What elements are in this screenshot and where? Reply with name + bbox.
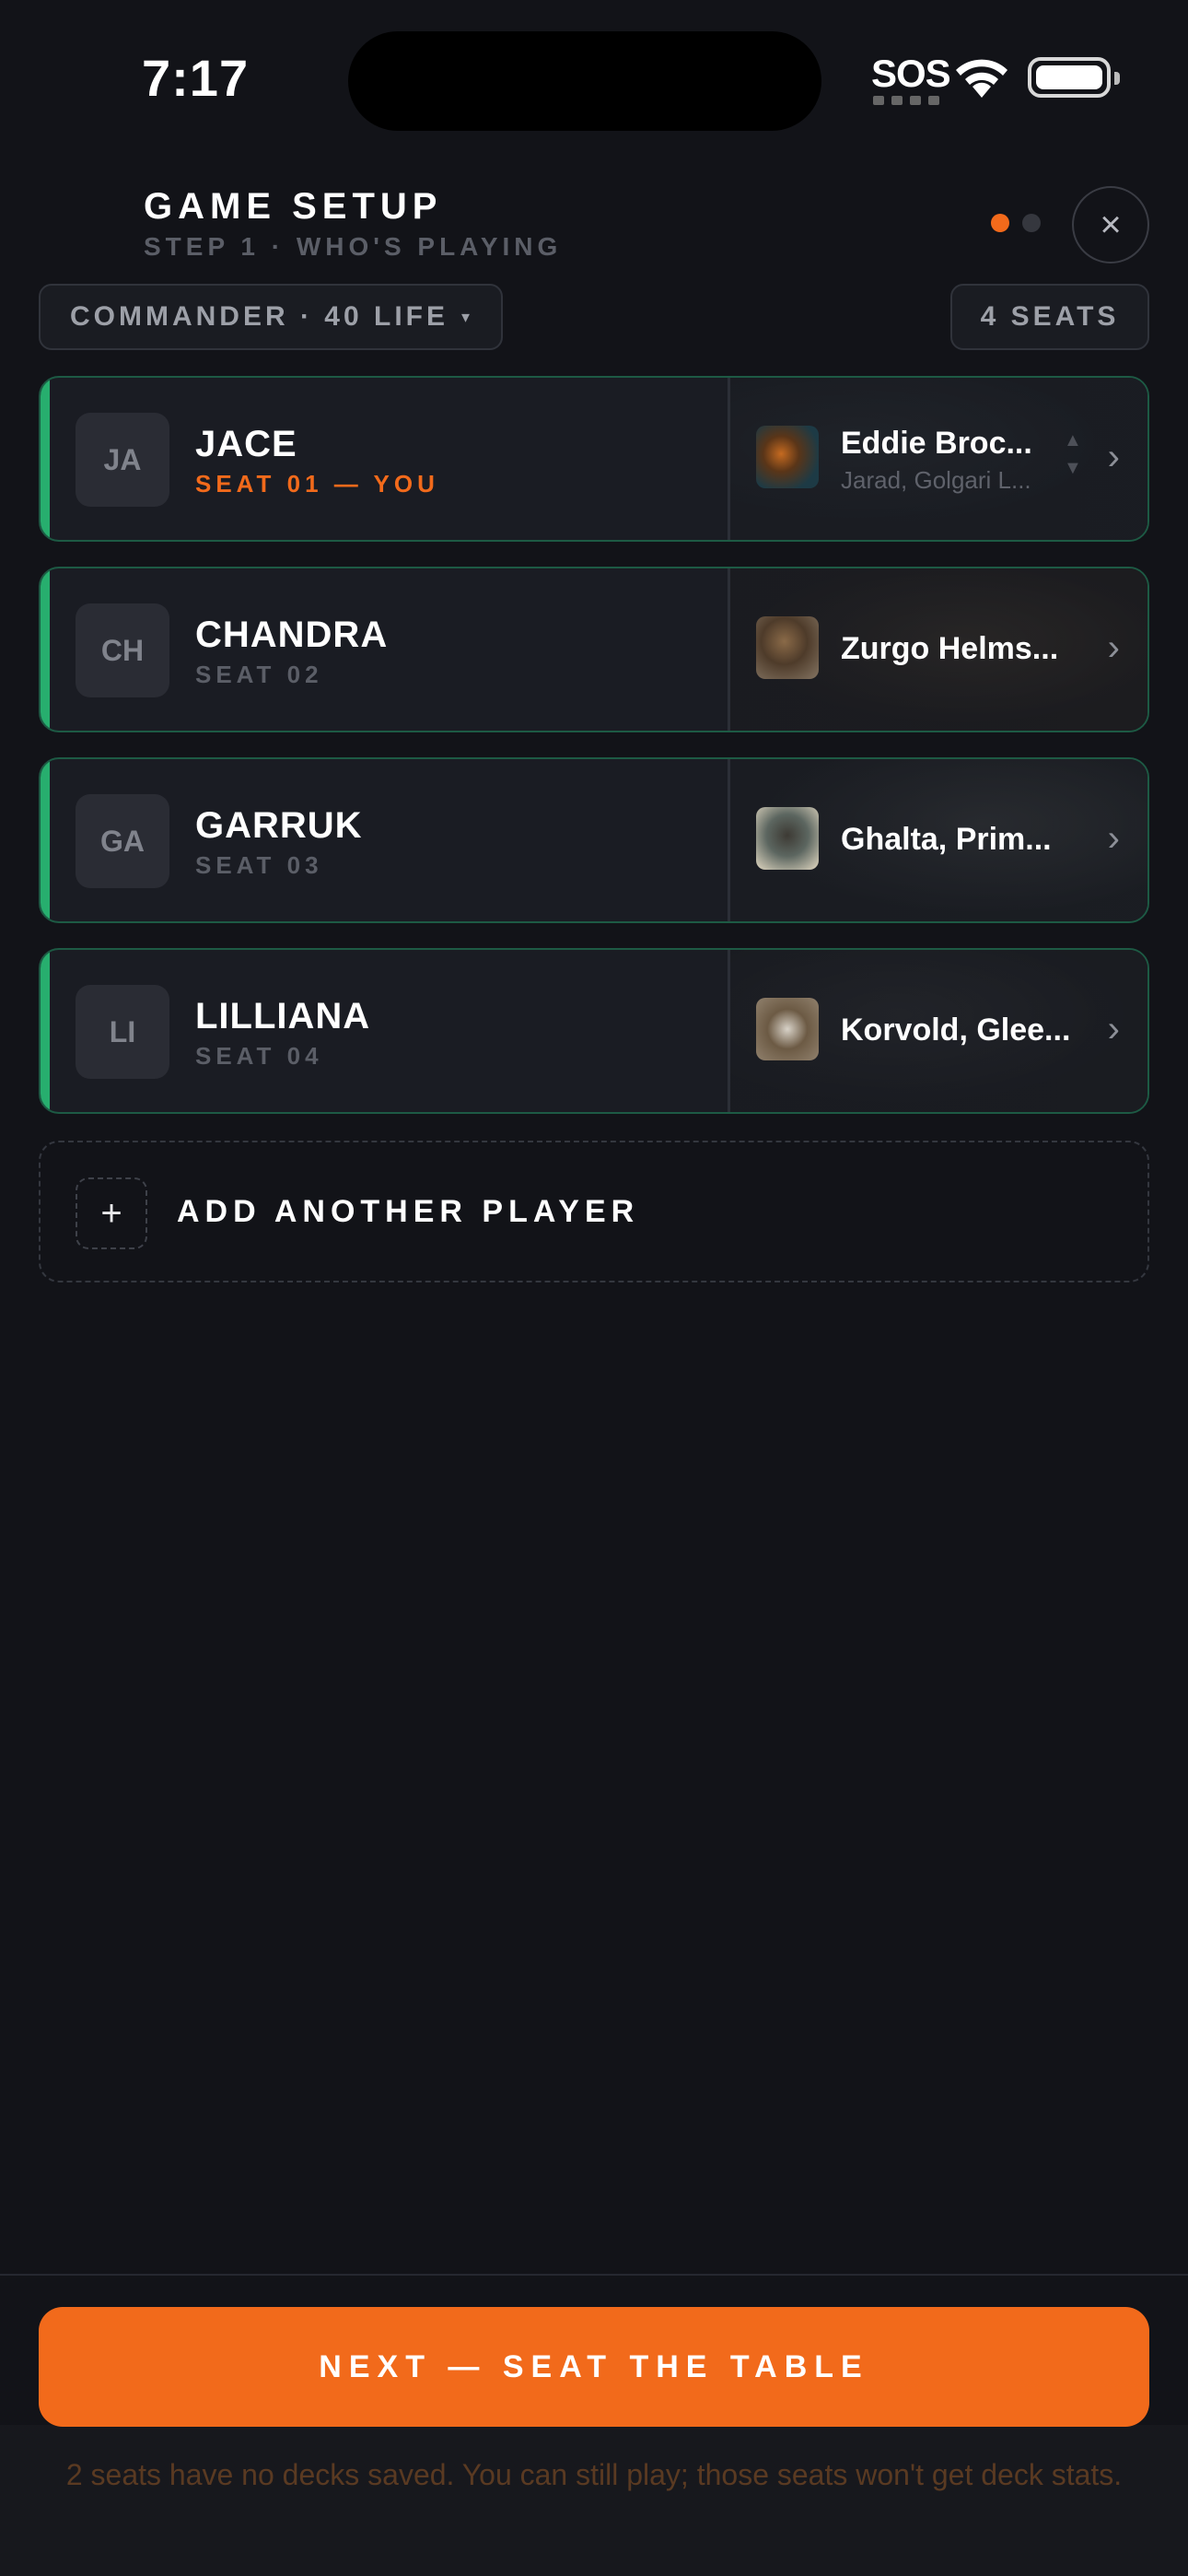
card-accent-bar <box>41 378 50 540</box>
deck-name: Eddie Broc... <box>841 426 1032 461</box>
step-dot <box>1022 214 1041 232</box>
card-accent-bar <box>41 759 50 921</box>
deck-selector[interactable]: Zurgo Helms... › <box>728 568 1147 731</box>
deck-commander-art <box>756 616 819 679</box>
player-name: CHANDRA <box>195 615 389 655</box>
game-setup-screen: 7:17 SOS GAME SETUP STEP 1 · WHO'S PLAYI… <box>0 0 1188 2576</box>
deck-commander-art <box>756 807 819 870</box>
player-name: GARRUK <box>195 805 363 846</box>
player-seat: SEAT 04 <box>195 1042 323 1070</box>
deck-name: Ghalta, Prim... <box>841 822 1052 857</box>
player-name: JACE <box>195 424 297 464</box>
player-seat: SEAT 02 <box>195 661 323 688</box>
add-player-label: ADD ANOTHER PLAYER <box>177 1194 640 1229</box>
card-accent-bar <box>41 568 50 731</box>
step-indicator <box>991 214 1041 232</box>
avatar: LI <box>76 985 169 1079</box>
deck-name: Korvold, Glee... <box>841 1013 1071 1048</box>
chevron-right-icon: › <box>1107 818 1120 859</box>
next-button[interactable]: NEXT — SEAT THE TABLE <box>39 2307 1149 2427</box>
avatar: CH <box>76 603 169 697</box>
chevron-right-icon: › <box>1107 437 1120 477</box>
chevron-right-icon: › <box>1107 627 1120 668</box>
reorder-arrows-icon[interactable]: ▲ ▼ <box>1064 431 1082 477</box>
chevron-right-icon: › <box>1107 1009 1120 1049</box>
player-name: LILLIANA <box>195 996 371 1036</box>
player-card-jace[interactable]: JA JACE SEAT 01 — YOU Eddie Broc... Jara… <box>39 376 1149 542</box>
no-deck-warning: 2 seats have no decks saved. You can sti… <box>65 2458 1123 2491</box>
deck-commander-art <box>756 998 819 1060</box>
deck-selector[interactable]: Ghalta, Prim... › <box>728 759 1147 921</box>
step-dot-active <box>991 214 1009 232</box>
game-mode-label: COMMANDER · 40 LIFE <box>70 301 449 332</box>
player-card-chandra[interactable]: CH CHANDRA SEAT 02 Zurgo Helms... › <box>39 567 1149 732</box>
page-title: GAME SETUP <box>144 186 443 227</box>
player-card-lilliana[interactable]: LI LILLIANA SEAT 04 Korvold, Glee... › <box>39 948 1149 1114</box>
deck-subtitle: Jarad, Golgari L... <box>841 466 1031 494</box>
close-icon: × <box>1100 204 1122 245</box>
close-button[interactable]: × <box>1072 186 1149 263</box>
footer-divider <box>0 2274 1188 2276</box>
sos-indicator: SOS <box>871 52 951 95</box>
player-card-garruk[interactable]: GA GARRUK SEAT 03 Ghalta, Prim... › <box>39 757 1149 923</box>
deck-selector[interactable]: Korvold, Glee... › <box>728 950 1147 1112</box>
dynamic-island <box>348 31 821 131</box>
plus-icon: + <box>76 1177 147 1249</box>
player-seat: SEAT 03 <box>195 851 323 879</box>
deck-name: Zurgo Helms... <box>841 631 1059 666</box>
status-time: 7:17 <box>142 49 250 107</box>
add-player-button[interactable]: + ADD ANOTHER PLAYER <box>39 1141 1149 1282</box>
deck-selector[interactable]: Eddie Broc... Jarad, Golgari L... ▲ ▼ › <box>728 378 1147 540</box>
card-accent-bar <box>41 950 50 1112</box>
deck-commander-art <box>756 426 819 488</box>
seat-count-label: 4 SEATS <box>980 301 1120 332</box>
battery-icon <box>1028 57 1120 98</box>
player-seat: SEAT 01 — YOU <box>195 470 439 498</box>
step-subtitle: STEP 1 · WHO'S PLAYING <box>144 232 563 261</box>
caret-down-icon: ▾ <box>461 307 474 326</box>
seat-count-button[interactable]: 4 SEATS <box>950 284 1149 350</box>
game-mode-dropdown[interactable]: COMMANDER · 40 LIFE ▾ <box>39 284 503 350</box>
signal-icon <box>873 96 939 105</box>
avatar: JA <box>76 413 169 507</box>
wifi-icon <box>956 59 1007 98</box>
avatar: GA <box>76 794 169 888</box>
